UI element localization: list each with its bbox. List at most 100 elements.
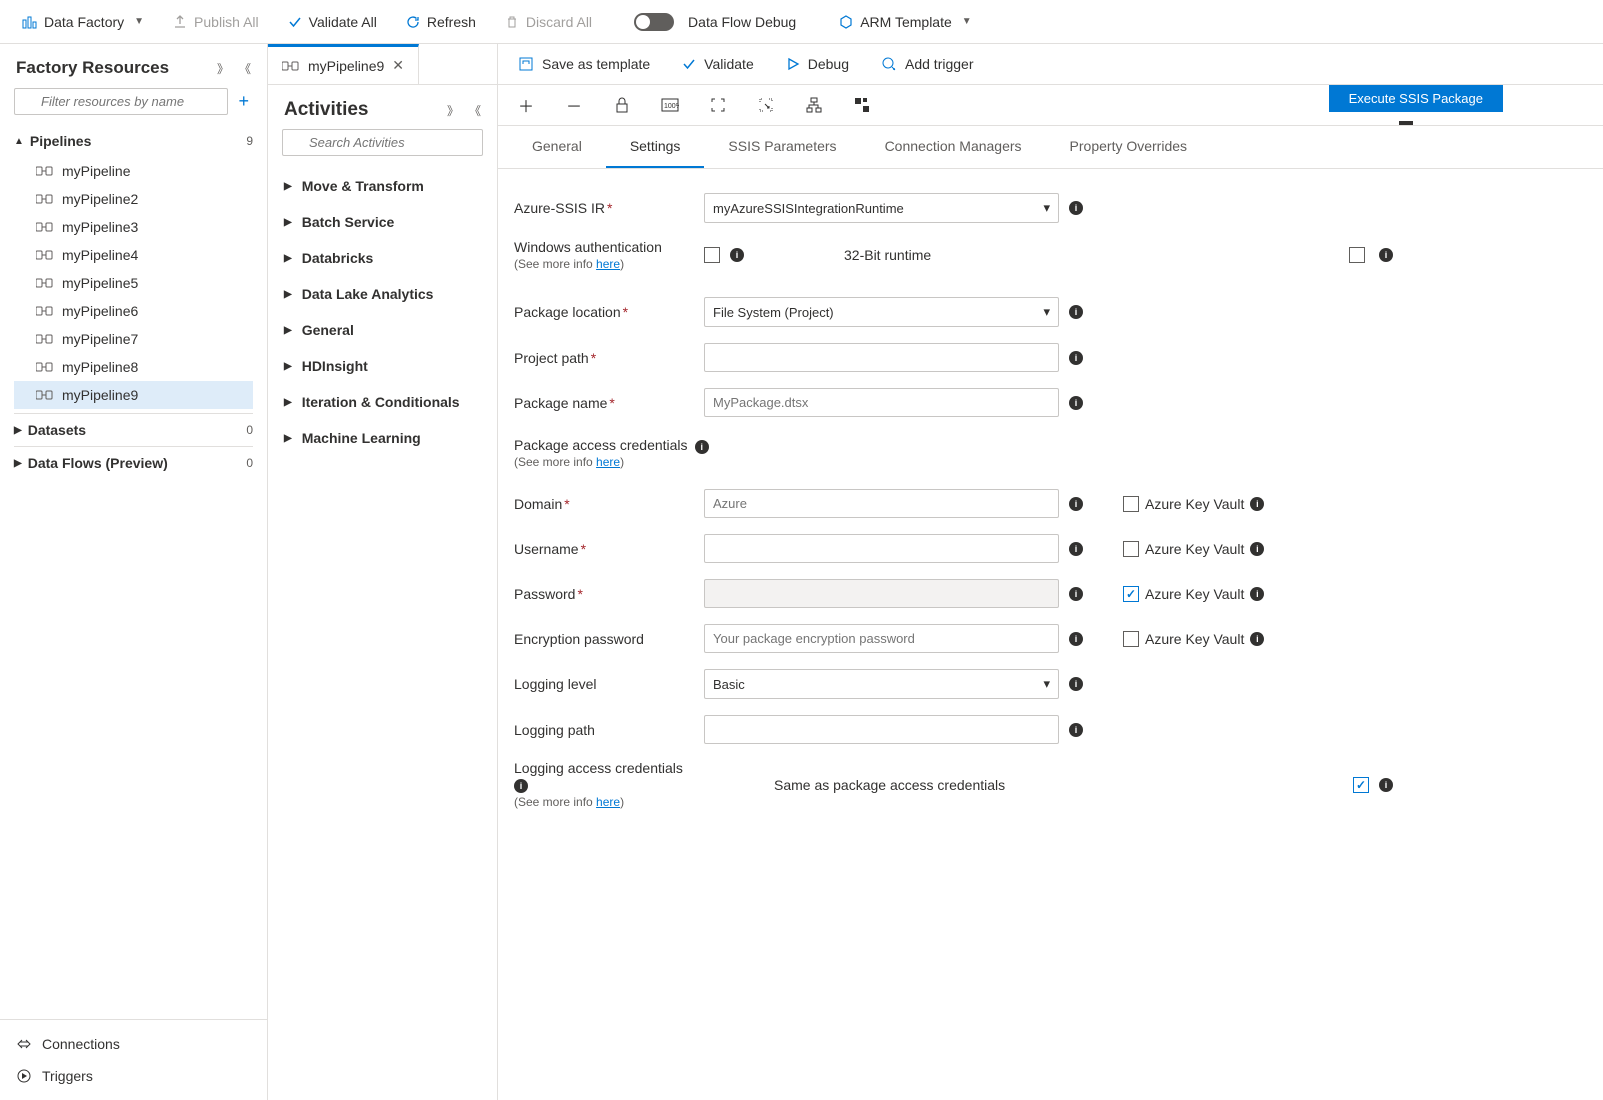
package-location-select[interactable]: File System (Project)▾: [704, 297, 1059, 327]
toggle-switch[interactable]: [634, 13, 674, 31]
activity-group[interactable]: ▶Move & Transform: [268, 168, 497, 204]
pipelines-section[interactable]: ▲Pipelines 9: [14, 125, 253, 157]
data-flow-debug-toggle[interactable]: Data Flow Debug: [622, 7, 808, 37]
debug-button[interactable]: Debug: [786, 56, 849, 72]
info-icon[interactable]: i: [1250, 542, 1264, 556]
logging-level-select[interactable]: Basic▾: [704, 669, 1059, 699]
lock-icon[interactable]: [612, 95, 632, 115]
refresh-button[interactable]: Refresh: [393, 8, 488, 36]
add-trigger-button[interactable]: Add trigger: [881, 56, 973, 72]
close-icon[interactable]: ✕: [392, 57, 404, 74]
tab-ssis-params[interactable]: SSIS Parameters: [704, 126, 860, 168]
zoom-100-icon[interactable]: 100%: [660, 95, 680, 115]
node-handle[interactable]: [1399, 121, 1413, 125]
validate-button[interactable]: Validate: [682, 56, 754, 72]
collapse-double-icon[interactable]: 》: [447, 102, 459, 119]
info-icon[interactable]: i: [514, 779, 528, 793]
save-template-button[interactable]: Save as template: [518, 56, 650, 72]
project-path-input[interactable]: [704, 343, 1059, 372]
discard-all-button[interactable]: Discard All: [492, 8, 604, 36]
caret-right-icon: ▶: [14, 458, 22, 469]
pipeline-tab[interactable]: myPipeline9 ✕: [268, 44, 419, 84]
activity-group[interactable]: ▶Data Lake Analytics: [268, 276, 497, 312]
info-icon[interactable]: i: [1069, 351, 1083, 365]
validate-all-label: Validate All: [309, 14, 377, 30]
activity-group[interactable]: ▶Batch Service: [268, 204, 497, 240]
pipeline-item[interactable]: myPipeline4: [14, 241, 253, 269]
username-input[interactable]: [704, 534, 1059, 563]
arm-template-dropdown[interactable]: ARM Template ▼: [826, 8, 983, 36]
package-name-input[interactable]: [704, 388, 1059, 417]
align-icon[interactable]: [852, 95, 872, 115]
pipeline-item[interactable]: myPipeline: [14, 157, 253, 185]
info-icon[interactable]: i: [1069, 632, 1083, 646]
collapse-double-left-icon[interactable]: 》: [217, 60, 229, 77]
info-icon[interactable]: i: [1379, 248, 1393, 262]
info-icon[interactable]: i: [730, 248, 744, 262]
pipeline-item[interactable]: myPipeline2: [14, 185, 253, 213]
logging-here-link[interactable]: here: [596, 795, 620, 809]
encryption-input[interactable]: [704, 624, 1059, 653]
activity-group[interactable]: ▶HDInsight: [268, 348, 497, 384]
fit-icon[interactable]: [708, 95, 728, 115]
zoom-in-icon[interactable]: ＋: [516, 95, 536, 115]
activity-group[interactable]: ▶General: [268, 312, 497, 348]
tab-conn-managers[interactable]: Connection Managers: [861, 126, 1046, 168]
tab-settings[interactable]: Settings: [606, 126, 705, 168]
logging-path-input[interactable]: [704, 715, 1059, 744]
tab-general[interactable]: General: [508, 126, 606, 168]
filter-resources-input[interactable]: [14, 88, 228, 115]
search-activities-input[interactable]: [282, 129, 483, 156]
info-icon[interactable]: i: [1069, 723, 1083, 737]
triggers-link[interactable]: Triggers: [0, 1060, 267, 1092]
pipeline-item[interactable]: myPipeline3: [14, 213, 253, 241]
pipeline-item[interactable]: myPipeline6: [14, 297, 253, 325]
info-icon[interactable]: i: [1069, 201, 1083, 215]
azure-ssis-ir-select[interactable]: myAzureSSISIntegrationRuntime▾: [704, 193, 1059, 223]
zoom-out-icon[interactable]: －: [564, 95, 584, 115]
tab-prop-overrides[interactable]: Property Overrides: [1046, 126, 1211, 168]
pipeline-item[interactable]: myPipeline7: [14, 325, 253, 353]
data-factory-dropdown[interactable]: Data Factory ▼: [10, 8, 156, 36]
activity-group[interactable]: ▶Iteration & Conditionals: [268, 384, 497, 420]
validate-all-button[interactable]: Validate All: [275, 8, 389, 36]
win-auth-checkbox[interactable]: [704, 247, 720, 263]
pipeline-item[interactable]: myPipeline9: [14, 381, 253, 409]
info-icon[interactable]: i: [1069, 542, 1083, 556]
dataflows-section[interactable]: ▶Data Flows (Preview) 0: [14, 446, 253, 479]
activity-group[interactable]: ▶Databricks: [268, 240, 497, 276]
info-icon[interactable]: i: [1069, 677, 1083, 691]
info-icon[interactable]: i: [1069, 497, 1083, 511]
same-as-checkbox[interactable]: [1353, 777, 1369, 793]
publish-all-button[interactable]: Publish All: [160, 8, 271, 36]
pipeline-item[interactable]: myPipeline8: [14, 353, 253, 381]
info-icon[interactable]: i: [1250, 632, 1264, 646]
info-icon[interactable]: i: [1250, 497, 1264, 511]
info-icon[interactable]: i: [1069, 587, 1083, 601]
select-icon[interactable]: [756, 95, 776, 115]
info-icon[interactable]: i: [1250, 587, 1264, 601]
collapse-left-icon[interactable]: 《: [239, 60, 251, 77]
add-resource-button[interactable]: +: [234, 91, 253, 112]
info-icon[interactable]: i: [1379, 778, 1393, 792]
username-akv-checkbox[interactable]: [1123, 541, 1139, 557]
ssis-node[interactable]: Execute SSIS Package: [1329, 85, 1503, 112]
pipeline-item[interactable]: myPipeline5: [14, 269, 253, 297]
password-akv-checkbox[interactable]: [1123, 586, 1139, 602]
domain-input[interactable]: [704, 489, 1059, 518]
info-icon[interactable]: i: [1069, 396, 1083, 410]
pipeline-icon: [36, 361, 54, 373]
domain-akv-checkbox[interactable]: [1123, 496, 1139, 512]
bit32-checkbox[interactable]: [1349, 247, 1365, 263]
connections-link[interactable]: Connections: [0, 1028, 267, 1060]
datasets-section[interactable]: ▶Datasets 0: [14, 413, 253, 446]
collapse-icon[interactable]: 《: [469, 102, 481, 119]
activity-group[interactable]: ▶Machine Learning: [268, 420, 497, 456]
pkg-access-here-link[interactable]: here: [596, 455, 620, 469]
layout-icon[interactable]: [804, 95, 824, 115]
encryption-akv-checkbox[interactable]: [1123, 631, 1139, 647]
win-auth-here-link[interactable]: here: [596, 257, 620, 271]
info-icon[interactable]: i: [695, 440, 709, 454]
password-input[interactable]: [704, 579, 1059, 608]
info-icon[interactable]: i: [1069, 305, 1083, 319]
